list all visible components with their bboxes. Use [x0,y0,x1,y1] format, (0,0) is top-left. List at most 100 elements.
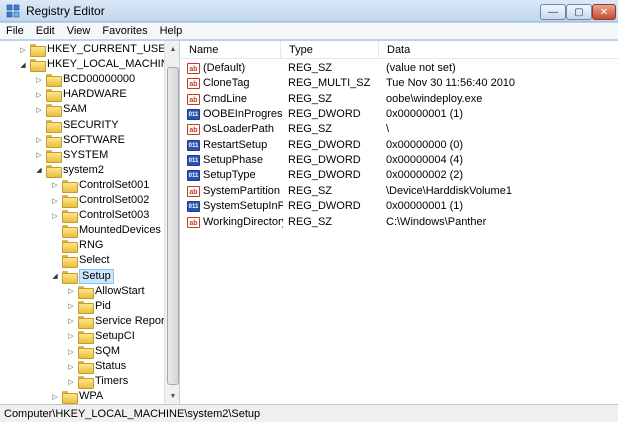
tree-item[interactable]: ▷ HARDWARE [34,87,179,103]
value-row[interactable]: ab SystemPartition REG_SZ \Device\HarddiskV… [181,184,618,199]
collapsed-arrow-icon[interactable]: ▷ [66,374,76,389]
tree-item[interactable]: ▷ Service Report [66,314,179,329]
collapsed-arrow-icon[interactable]: ▷ [34,72,44,87]
value-name-cell: 011 SetupPhase [187,153,283,168]
folder-icon [62,195,78,208]
tree-item-label: Setup [79,268,114,284]
value-name-cell: 011 OOBEInProgress [187,107,283,122]
tree-item[interactable]: ▷ SYSTEM [34,148,179,163]
value-row[interactable]: ab CloneTag REG_MULTI_SZ Tue Nov 30 11:56:4… [181,76,618,91]
folder-icon [62,255,78,269]
tree-scrollbar[interactable]: ▲ ▼ [164,41,179,404]
tree-item[interactable]: Select [50,253,179,269]
menu-file[interactable]: File [0,25,30,37]
tree-item-label: Timers [95,375,129,388]
collapsed-arrow-icon[interactable]: ▷ [50,389,60,404]
tree-item[interactable]: ▷ SetupCI [66,329,179,344]
collapsed-arrow-icon[interactable]: ▷ [34,133,44,148]
folder-icon [46,74,62,88]
column-header-name[interactable]: Name [181,41,281,59]
tree-item[interactable]: ▷ BCD00000000 [34,72,179,88]
collapsed-arrow-icon[interactable]: ▷ [66,344,76,359]
folder-icon [78,376,94,390]
expanded-arrow-icon[interactable]: ◢ [18,57,28,72]
tree-item[interactable]: ▷ HKEY_CURRENT_USER [18,42,179,57]
value-type: REG_DWORD [288,108,361,121]
tree-item-label: SQM [95,345,121,357]
collapsed-arrow-icon[interactable]: ▷ [50,193,60,208]
collapsed-arrow-icon[interactable]: ▷ [66,329,76,344]
folder-icon [78,330,94,344]
value-data: \Device\HarddiskVolume1 [386,184,512,197]
value-row[interactable]: ab CmdLine REG_SZ oobe\windeploy.exe [181,92,618,107]
maximize-button[interactable]: ▢ [566,4,592,20]
binary-value-icon: 011 [187,170,200,182]
minimize-button[interactable]: — [540,4,566,20]
tree-item[interactable]: ▷ ControlSet001 [50,178,179,193]
tree-item[interactable]: RNG [50,238,179,254]
menu-view[interactable]: View [61,25,97,37]
value-type: REG_DWORD [288,154,361,167]
collapsed-arrow-icon[interactable]: ▷ [34,102,44,117]
collapsed-arrow-icon[interactable]: ▷ [50,208,60,223]
collapsed-arrow-icon[interactable]: ▷ [18,42,28,57]
tree-item[interactable]: ▷ SAM [34,102,179,118]
menu-favorites[interactable]: Favorites [96,25,153,37]
tree-item[interactable]: ▷ SOFTWARE [34,133,179,148]
column-header-type[interactable]: Type [281,41,379,59]
value-data: Tue Nov 30 11:56:40 2010 [386,77,516,90]
scroll-up-icon[interactable]: ▲ [165,41,179,57]
tree-item[interactable]: ▷ SQM [66,344,179,359]
value-row[interactable]: ab WorkingDirectory REG_SZ C:\Windows\Panth… [181,215,618,230]
value-row[interactable]: 011 RestartSetup REG_DWORD 0x00000000 (0) [181,138,618,153]
tree-item-label: AllowStart [95,284,145,297]
tree-item[interactable]: ▷ ControlSet002 [50,193,179,208]
tree-item[interactable]: ▷ Pid [66,299,179,314]
expanded-arrow-icon[interactable]: ◢ [50,269,60,284]
values-pane[interactable]: Name Type Data ab (Default) REG_SZ (value n… [181,41,618,404]
tree-item[interactable]: ▷ AllowStart [66,284,179,299]
tree-item[interactable]: MountedDevices [50,223,179,239]
tree-item[interactable]: ▷ Status [66,359,179,375]
close-button[interactable]: ✕ [592,4,616,20]
value-name: RestartSetup [203,138,268,151]
value-type: REG_SZ [288,62,333,74]
status-bar: Computer\HKEY_LOCAL_MACHINE\system2\Setu… [0,404,618,422]
tree-item[interactable]: ◢ system2 [34,163,179,178]
collapsed-arrow-icon[interactable]: ▷ [50,178,60,193]
value-row[interactable]: ab OsLoaderPath REG_SZ \ [181,122,618,137]
menu-help[interactable]: Help [154,25,189,37]
value-row[interactable]: 011 OOBEInProgress REG_DWORD 0x00000001 (1) [181,107,618,122]
collapsed-arrow-icon[interactable]: ▷ [66,299,76,314]
title-bar[interactable]: Registry Editor — ▢ ✕ [0,0,618,22]
collapsed-arrow-icon[interactable]: ▷ [34,148,44,163]
column-header-data[interactable]: Data [379,41,618,59]
binary-value-icon: 011 [187,139,200,151]
value-name: SystemSetupInP... [203,200,283,213]
tree-item[interactable]: ▷ Timers [66,374,179,390]
folder-icon [62,210,78,224]
collapsed-arrow-icon[interactable]: ▷ [66,284,76,299]
value-row[interactable]: 011SystemSetupInP... REG_DWORD 0x00000001 … [181,199,618,214]
tree-item[interactable]: ◢ HKEY_LOCAL_MACHINE [18,57,179,73]
tree-item[interactable]: ▷ ControlSet003 [50,208,179,224]
value-type: REG_DWORD [288,200,361,213]
value-name-cell: ab (Default) [187,61,283,76]
collapsed-arrow-icon[interactable]: ▷ [66,359,76,374]
binary-value-icon: 011 [187,109,200,121]
tree-item[interactable]: ▷ WPA [50,389,179,404]
expanded-arrow-icon[interactable]: ◢ [34,163,44,178]
collapsed-arrow-icon[interactable]: ▷ [34,87,44,102]
value-row[interactable]: 011 SetupPhase REG_DWORD 0x00000004 (4) [181,153,618,168]
menu-edit[interactable]: Edit [30,25,61,37]
scroll-thumb[interactable] [167,67,179,385]
collapsed-arrow-icon[interactable]: ▷ [66,314,76,329]
key-tree-pane[interactable]: ▷ HKEY_CURRENT_USER ◢ HKEY_LOCAL_MACHINE ▷ BC… [0,41,180,404]
tree-item[interactable]: ◢ Setup [50,268,179,284]
scroll-down-icon[interactable]: ▼ [165,388,179,404]
value-row[interactable]: 011 SetupType REG_DWORD 0x00000002 (2) [181,168,618,183]
tree-item[interactable]: SECURITY [34,118,179,133]
value-row[interactable]: ab (Default) REG_SZ (value not set) [181,61,618,76]
string-value-icon: ab [187,63,200,74]
